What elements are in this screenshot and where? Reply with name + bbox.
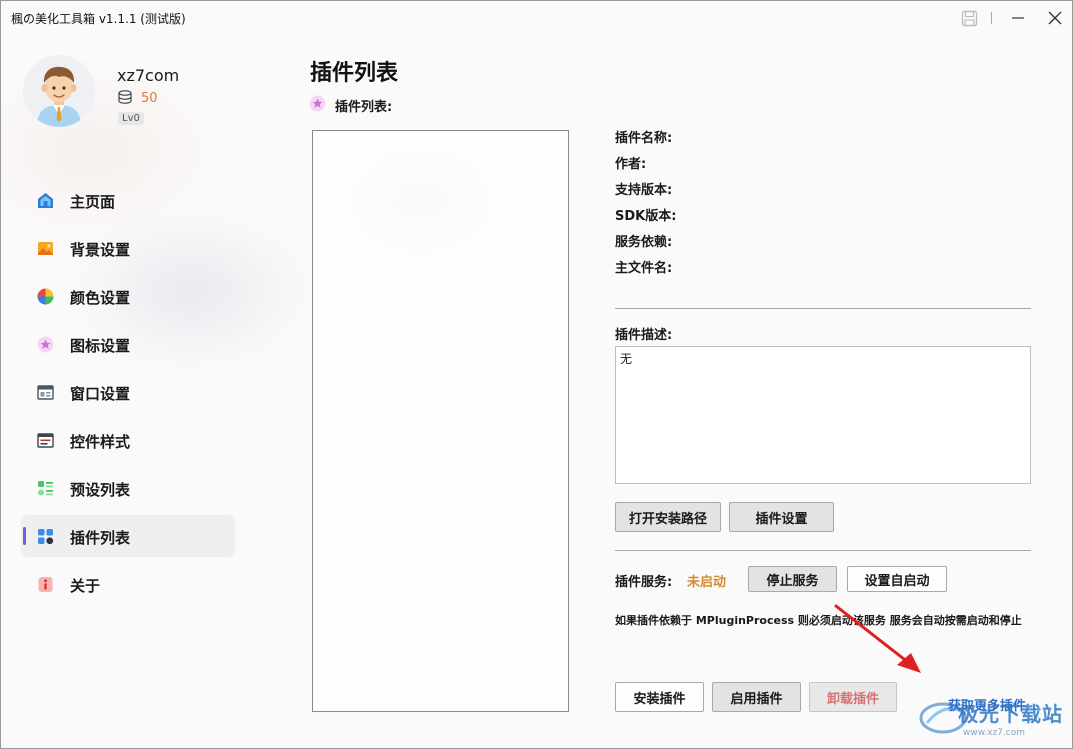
plugin-list-label: 插件列表: [335,100,393,115]
plugin-author-label: 作者: [615,157,647,172]
level-badge: Lv0 [118,112,144,125]
open-path-button[interactable]: 打开安装路径 [615,502,721,532]
star-badge-icon [309,95,326,116]
sidebar-item-plugins[interactable]: 插件列表 [21,515,235,557]
coin-count: 50 [141,91,158,106]
service-label: 插件服务: [615,575,673,590]
home-icon [37,192,54,209]
save-icon[interactable] [954,5,984,31]
plugin-grid-icon [37,528,54,545]
app-window: 楓の美化工具箱 v1.1.1 (测试版) xz7com 50 Lv0 主页面 背… [0,0,1073,749]
username: xz7com [117,66,180,85]
sidebar-item-label: 主页面 [70,193,116,211]
window-icon [37,384,54,401]
close-icon[interactable] [1040,5,1070,31]
color-wheel-icon [37,288,54,305]
plugin-settings-button[interactable]: 插件设置 [729,502,834,532]
coin-balance: 50 [117,89,158,108]
sidebar-item-icons[interactable]: 图标设置 [21,323,235,365]
plugin-file-label: 主文件名: [615,261,673,276]
window-title: 楓の美化工具箱 v1.1.1 (测试版) [11,12,186,26]
plugin-list-box[interactable] [312,130,569,712]
title-bar: 楓の美化工具箱 v1.1.1 (测试版) [1,1,1072,35]
sidebar-item-controls[interactable]: 控件样式 [21,419,235,461]
coin-stack-icon [117,89,133,108]
plugin-info: 插件名称: 作者: 支持版本: SDK版本: 服务依赖: 主文件名: [615,130,676,286]
sidebar-item-label: 控件样式 [70,433,131,451]
sidebar-item-home[interactable]: 主页面 [21,179,235,221]
service-status: 未启动 [687,575,727,590]
red-arrow-annotation [834,604,921,673]
sidebar-item-label: 颜色设置 [70,289,131,307]
sidebar-item-label: 窗口设置 [70,385,131,403]
divider [615,308,1031,309]
plugin-version-label: 支持版本: [615,183,673,198]
sidebar-item-background[interactable]: 背景设置 [21,227,235,269]
sidebar-item-presets[interactable]: 预设列表 [21,467,235,509]
minimize-icon[interactable] [1003,5,1033,31]
description-label: 插件描述: [615,328,673,343]
plugin-sdk-label: SDK版本: [615,209,677,224]
enable-plugin-button[interactable]: 启用插件 [712,682,801,712]
sidebar-item-label: 背景设置 [70,241,131,259]
control-icon [37,432,54,449]
sidebar-item-label: 预设列表 [70,481,131,499]
sidebar-nav: 主页面 背景设置 颜色设置 图标设置 窗口设置 控件样式 预设列表 插件列表 关… [21,179,235,611]
autostart-button[interactable]: 设置自启动 [847,566,947,592]
sidebar-item-window[interactable]: 窗口设置 [21,371,235,413]
uninstall-plugin-button[interactable]: 卸载插件 [809,682,897,712]
preset-list-icon [37,480,54,497]
star-badge-icon [37,336,54,353]
divider [615,550,1031,551]
stop-service-button[interactable]: 停止服务 [748,566,837,592]
plugin-name-label: 插件名称: [615,131,673,146]
plugin-deps-label: 服务依赖: [615,235,673,250]
image-icon [37,240,54,257]
sidebar-item-label: 关于 [70,577,101,595]
service-note: 如果插件依赖于 MPluginProcess 则必须启动该服务 服务会自动按需启… [615,614,1022,627]
install-plugin-button[interactable]: 安装插件 [615,682,704,712]
watermark-url: www.xz7.com [963,728,1025,738]
plugin-list-header: 插件列表: [309,95,392,116]
sidebar-item-color[interactable]: 颜色设置 [21,275,235,317]
avatar[interactable] [23,55,95,127]
watermark-text: 极光下载站 [958,702,1063,726]
info-icon [37,576,54,593]
titlebar-separator [991,12,992,24]
description-textarea[interactable]: 无 [615,346,1031,484]
sidebar-item-label: 插件列表 [70,529,131,547]
sidebar-item-label: 图标设置 [70,337,131,355]
page-title: 插件列表 [310,61,399,86]
sidebar-item-about[interactable]: 关于 [21,563,235,605]
